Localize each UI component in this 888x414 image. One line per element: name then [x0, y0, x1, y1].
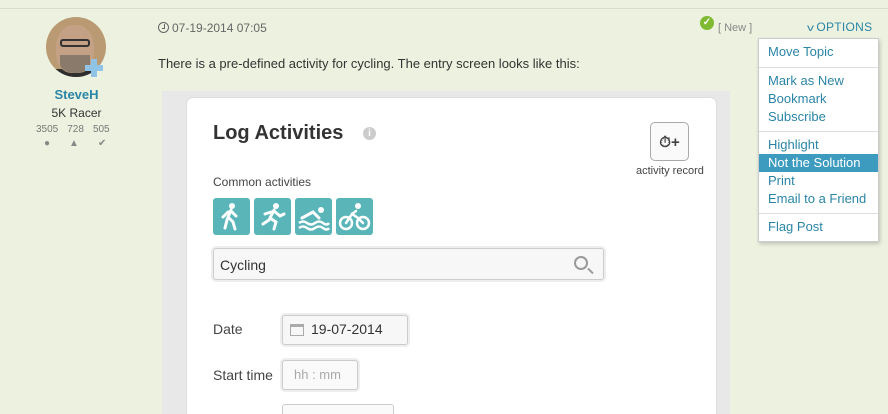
menu-item-mark-as-new[interactable]: Mark as New — [759, 72, 878, 90]
info-icon[interactable]: i — [363, 127, 376, 140]
next-field[interactable] — [282, 404, 394, 414]
menu-item-print[interactable]: Print — [759, 172, 878, 190]
running-icon[interactable] — [254, 198, 291, 235]
card-title: Log Activities — [213, 122, 344, 144]
menu-item-not-the-solution[interactable]: Not the Solution — [759, 154, 878, 172]
date-value[interactable]: 19-07-2014 — [311, 321, 383, 337]
post-body: There is a pre-defined activity for cycl… — [158, 56, 580, 71]
menu-item-highlight[interactable]: Highlight — [759, 136, 878, 154]
post-date: 07-19-2014 07:05 — [158, 21, 267, 35]
menu-separator — [759, 67, 878, 68]
thumbs-up-icon: ▲ — [69, 138, 79, 149]
clock-icon — [158, 22, 169, 33]
kudos-count: 728 — [67, 124, 84, 135]
new-tag: [ New ] — [718, 22, 753, 34]
activity-record-label: activity record — [636, 165, 704, 177]
solutions-count: 505 — [92, 124, 110, 135]
cycling-icon[interactable] — [336, 198, 373, 235]
common-activities-label: Common activities — [213, 175, 312, 189]
menu-item-subscribe[interactable]: Subscribe — [759, 108, 878, 126]
author-stat-icons: ● ▲ ✔ — [44, 138, 106, 149]
comment-icon: ● — [44, 138, 51, 149]
menu-separator — [759, 131, 878, 132]
menu-item-email-to-a-friend[interactable]: Email to a Friend — [759, 190, 878, 208]
date-label: Date — [213, 321, 243, 337]
post-divider — [0, 8, 888, 9]
checkmark-icon: ✔ — [97, 138, 107, 149]
activity-record-button[interactable]: ⏱+ — [650, 122, 689, 161]
chevron-down-icon: v — [806, 23, 815, 34]
start-time-label: Start time — [213, 367, 273, 383]
activity-search-input[interactable] — [220, 255, 560, 275]
swimming-icon[interactable] — [295, 198, 332, 235]
author-rank: 5K Racer — [51, 106, 102, 120]
calendar-icon[interactable] — [290, 324, 304, 336]
walking-icon[interactable] — [213, 198, 250, 235]
post-date-text: 07-19-2014 07:05 — [172, 21, 267, 35]
options-label: OPTIONS — [816, 20, 873, 34]
activity-search-field[interactable] — [213, 248, 604, 280]
menu-separator — [759, 213, 878, 214]
menu-item-move-topic[interactable]: Move Topic — [759, 43, 878, 61]
posts-count: 3505 — [36, 124, 59, 135]
search-icon[interactable] — [574, 256, 588, 270]
options-menu: Move Topic Mark as New Bookmark Subscrib… — [758, 38, 879, 242]
start-time-placeholder[interactable]: hh : mm — [294, 367, 341, 382]
solved-check-icon: ✓ — [700, 16, 714, 30]
plus-badge-icon — [84, 58, 104, 78]
options-button[interactable]: v OPTIONS — [806, 20, 873, 34]
activity-buttons — [213, 198, 373, 235]
stopwatch-plus-icon: ⏱+ — [659, 134, 680, 151]
menu-item-flag-post[interactable]: Flag Post — [759, 218, 878, 236]
author-name[interactable]: SteveH — [20, 87, 133, 102]
menu-item-bookmark[interactable]: Bookmark — [759, 90, 878, 108]
author-stats: 3505 728 505 — [36, 124, 110, 135]
avatar-glasses — [60, 39, 90, 47]
